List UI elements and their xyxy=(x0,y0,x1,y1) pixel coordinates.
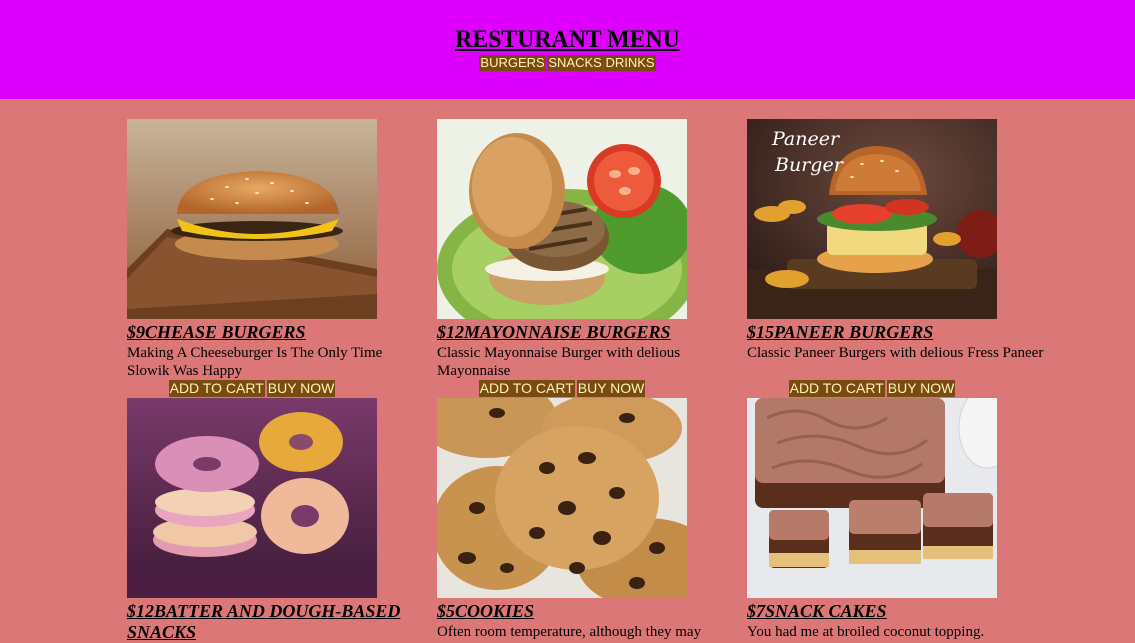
paneer-burger-image: Paneer Burger xyxy=(747,119,997,319)
item-description: Making A Cheeseburger Is The Only Time S… xyxy=(127,345,383,379)
paneer-caption-line-1: Paneer xyxy=(771,128,841,150)
cookies-image xyxy=(437,398,687,598)
buy-now-button[interactable]: BUY NOW xyxy=(886,380,956,397)
item-actions: ADD TO CART BUY NOW xyxy=(127,380,377,397)
item-title[interactable]: $12BATTER AND DOUGH-BASED SNACKS xyxy=(127,601,427,643)
nav-drinks-link[interactable]: DRINKS xyxy=(604,55,656,71)
add-to-cart-button[interactable]: ADD TO CART xyxy=(478,380,575,397)
item-description: You had me at broiled coconut topping. xyxy=(747,624,985,640)
item-description: Often room temperature, although they ma… xyxy=(437,624,702,640)
nav-burgers-link[interactable]: BURGERS xyxy=(479,55,546,71)
nav-bar: BURGERS SNACKS DRINKS xyxy=(0,55,1135,71)
buy-now-button[interactable]: BUY NOW xyxy=(576,380,646,397)
add-to-cart-button[interactable]: ADD TO CART xyxy=(168,380,265,397)
snack-cakes-image xyxy=(747,398,997,598)
donuts-image xyxy=(127,398,377,598)
item-title[interactable]: $12MAYONNAISE BURGERS xyxy=(437,322,737,343)
item-title[interactable]: $15PANEER BURGERS xyxy=(747,322,1047,343)
cheeseburger-image xyxy=(127,119,377,319)
nav-snacks-link[interactable]: SNACKS xyxy=(547,55,603,71)
item-description: Classic Mayonnaise Burger with delious M… xyxy=(437,345,681,379)
item-actions: ADD TO CART BUY NOW xyxy=(747,380,997,397)
item-actions: ADD TO CART BUY NOW xyxy=(437,380,687,397)
buy-now-button[interactable]: BUY NOW xyxy=(266,380,336,397)
add-to-cart-button[interactable]: ADD TO CART xyxy=(788,380,885,397)
item-description: Classic Paneer Burgers with delious Fres… xyxy=(747,345,1044,361)
item-title[interactable]: $5COOKIES xyxy=(437,601,737,622)
item-title[interactable]: $9CHEASE BURGERS xyxy=(127,322,427,343)
item-title[interactable]: $7SNACK CAKES xyxy=(747,601,1047,622)
mayonnaise-burger-image xyxy=(437,119,687,319)
page-title: RESTURANT MENU xyxy=(455,26,680,53)
page-header: RESTURANT MENU BURGERS SNACKS DRINKS xyxy=(0,0,1135,99)
paneer-caption-line-2: Burger xyxy=(774,154,845,176)
